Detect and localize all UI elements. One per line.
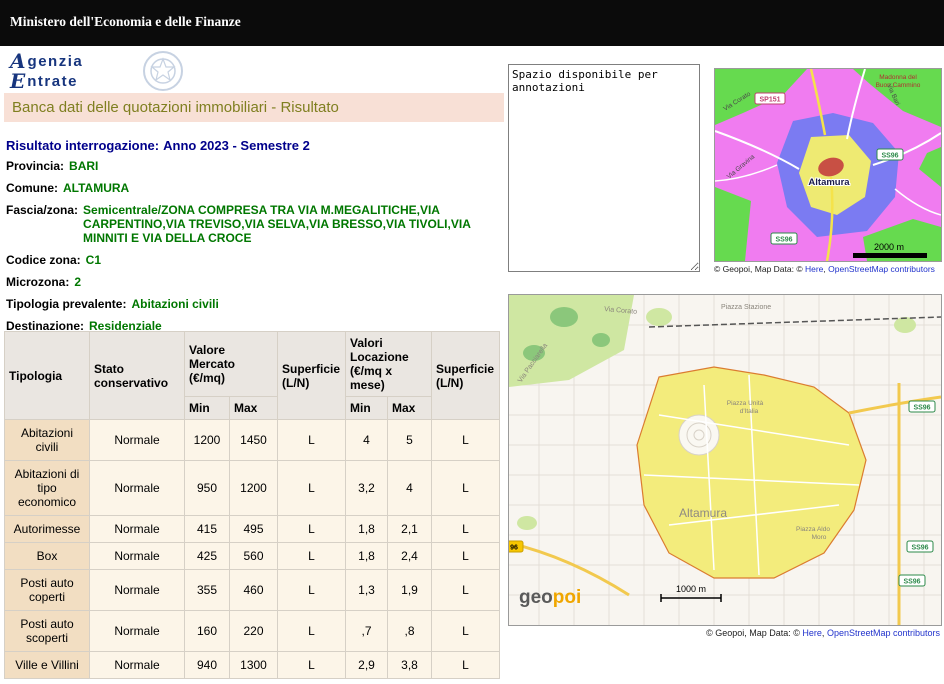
ss96-road-badge: SS96 — [771, 233, 797, 244]
table-row: Box Normale 425 560 L 1,8 2,4 L — [5, 543, 500, 570]
annotations-area: Spazio disponibile per annotazioni — [508, 64, 700, 277]
col-header-valori-locazione: Valori Locazione (€/mq x mese) — [346, 332, 432, 397]
field-fascia-zona: Fascia/zona: Semicentrale/ZONA COMPRESA … — [6, 203, 508, 245]
map-attribution: © Geopoi, Map Data: © Here, OpenStreetMa… — [714, 264, 940, 274]
ministry-topbar: Ministero dell'Economia e delle Finanze — [0, 0, 944, 46]
ss96-road-badge: SS96 — [877, 149, 903, 160]
col-header-valore-mercato: Valore Mercato (€/mq) — [185, 332, 278, 397]
col-header-stato: Stato conservativo — [90, 332, 185, 420]
result-heading-label: Risultato interrogazione: — [6, 138, 159, 153]
map-label-piazza-unita-2: d'Italia — [740, 408, 759, 415]
map-attribution: © Geopoi, Map Data: © Here, OpenStreetMa… — [508, 628, 940, 638]
result-heading: Risultato interrogazione: Anno 2023 - Sem… — [6, 138, 310, 153]
logo-initial-a: A — [10, 52, 26, 70]
result-heading-value: Anno 2023 - Semestre 2 — [163, 138, 310, 153]
field-provincia: Provincia: BARI — [6, 159, 508, 173]
page-title: Banca dati delle quotazioni immobiliari … — [4, 93, 504, 122]
map-label-piazza-aldo-2: Moro — [812, 534, 827, 541]
svg-text:SS96: SS96 — [775, 237, 792, 244]
logo-initial-e: E — [10, 72, 25, 90]
zone-overview-map-wrap: SP151 SS96 SS96 Madonna del Buon Cammino… — [714, 68, 940, 274]
ss96-road-badge: SS96 — [909, 401, 935, 412]
logo-word-genzia: genzia — [28, 54, 84, 70]
geopoi-logo: geopoi — [519, 587, 581, 608]
field-comune: Comune: ALTAMURA — [6, 181, 508, 195]
quotations-table: Tipologia Stato conservativo Valore Merc… — [4, 331, 500, 679]
col-header-max-locazione: Max — [388, 397, 432, 420]
map-label-madonna: Madonna del — [879, 74, 917, 81]
ss96-road-badge: SS96 — [907, 541, 933, 552]
map-label-madonna-2: Buon Cammino — [876, 82, 921, 89]
svg-text:96: 96 — [510, 545, 518, 552]
svg-text:SS96: SS96 — [911, 545, 928, 552]
table-row: Posti auto scoperti Normale 160 220 L ,7… — [5, 611, 500, 652]
zone-overview-map[interactable]: SP151 SS96 SS96 Madonna del Buon Cammino… — [714, 68, 942, 262]
map-scale-label: 1000 m — [676, 584, 706, 594]
svg-text:SS96: SS96 — [881, 153, 898, 160]
here-link[interactable]: Here — [805, 264, 823, 274]
omi-result-page: Ministero dell'Economia e delle Finanze … — [0, 0, 944, 684]
agenzia-entrate-logo: A genzia E ntrate — [10, 50, 83, 90]
ministry-title: Ministero dell'Economia e delle Finanze — [0, 0, 944, 44]
col-header-min-locazione: Min — [346, 397, 388, 420]
svg-text:SS96: SS96 — [903, 579, 920, 586]
table-row: Abitazioni di tipo economico Normale 950… — [5, 461, 500, 516]
svg-text:SS96: SS96 — [913, 405, 930, 412]
map-label-altamura: Altamura — [808, 177, 850, 188]
table-row: Posti auto coperti Normale 355 460 L 1,3… — [5, 570, 500, 611]
col-header-max-mercato: Max — [230, 397, 278, 420]
map-label-altamura: Altamura — [679, 506, 727, 520]
col-header-min-mercato: Min — [185, 397, 230, 420]
svg-text:SP151: SP151 — [759, 97, 780, 104]
table-row: Abitazioni civili Normale 1200 1450 L 4 … — [5, 420, 500, 461]
city-map[interactable]: SS96 SS96 SS96 96 Via Corato Piazza Staz… — [508, 294, 942, 626]
field-microzona: Microzona: 2 — [6, 275, 508, 289]
map-label-piazza-stazione: Piazza Stazione — [721, 304, 771, 311]
osm-link[interactable]: OpenStreetMap contributors — [828, 264, 935, 274]
field-tipologia-prevalente: Tipologia prevalente: Abitazioni civili — [6, 297, 508, 311]
ss96-road-badge: SS96 — [899, 575, 925, 586]
map-label-piazza-unita: Piazza Unità — [727, 400, 764, 407]
map-scale-bar — [853, 253, 927, 258]
road-96-badge: 96 — [508, 541, 523, 552]
map-label-piazza-aldo: Piazza Aldo — [796, 526, 830, 533]
table-row: Autorimesse Normale 415 495 L 1,8 2,1 L — [5, 516, 500, 543]
sp151-road-badge: SP151 — [755, 93, 785, 104]
osm-link[interactable]: OpenStreetMap contributors — [827, 628, 940, 638]
quotations-table-wrap: Tipologia Stato conservativo Valore Merc… — [4, 331, 500, 679]
result-fields: Provincia: BARI Comune: ALTAMURA Fascia/… — [6, 159, 508, 341]
field-codice-zona: Codice zona: C1 — [6, 253, 508, 267]
map-scale-label: 2000 m — [874, 242, 904, 252]
col-header-superficie-1: Superficie (L/N) — [278, 332, 346, 420]
city-map-wrap: SS96 SS96 SS96 96 Via Corato Piazza Staz… — [508, 294, 940, 638]
table-header-row: Tipologia Stato conservativo Valore Merc… — [5, 332, 500, 397]
col-header-superficie-2: Superficie (L/N) — [432, 332, 500, 420]
annotations-textarea[interactable]: Spazio disponibile per annotazioni — [508, 64, 700, 272]
table-row: Ville e Villini Normale 940 1300 L 2,9 3… — [5, 652, 500, 679]
republic-emblem-icon — [142, 50, 184, 92]
here-link[interactable]: Here — [802, 628, 822, 638]
logo-word-ntrate: ntrate — [27, 74, 78, 90]
col-header-tipologia: Tipologia — [5, 332, 90, 420]
